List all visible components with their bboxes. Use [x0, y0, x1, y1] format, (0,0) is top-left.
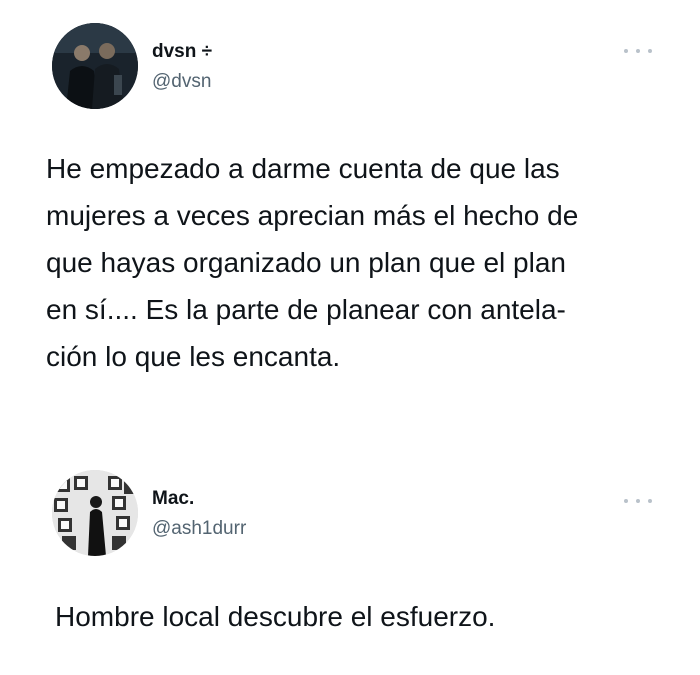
tweet-text-line: mujeres a veces aprecian más el hecho de [46, 200, 579, 231]
tweet-card: Mac. @ash1durr Hombre local descubre el … [0, 455, 700, 675]
display-name[interactable]: Mac. [152, 488, 194, 510]
tweet-text-line: ción lo que les encanta. [46, 341, 341, 372]
user-handle[interactable]: @dvsn [152, 71, 211, 93]
avatar-two-men-photo-icon [52, 23, 138, 109]
avatar[interactable] [52, 23, 138, 109]
display-name-text: dvsn [152, 41, 197, 62]
tweet-text-line: en sí.... Es la parte de planear con ant… [46, 294, 566, 325]
tweet-text: He empezado a darme cuenta de que las mu… [46, 145, 676, 380]
display-name[interactable]: dvsn ÷ [152, 41, 212, 63]
tweet-text: Hombre local descubre el esfuerzo. [55, 601, 496, 632]
user-handle[interactable]: @ash1durr [152, 518, 246, 540]
more-options-icon[interactable] [624, 46, 652, 56]
avatar[interactable] [52, 470, 138, 556]
avatar-gallery-wall-photo-icon [52, 470, 138, 556]
tweet-text-line: He empezado a darme cuenta de que las [46, 153, 560, 184]
tweet-card: dvsn ÷ @dvsn He empezado a darme cuenta … [0, 0, 700, 390]
name-suffix: ÷ [201, 41, 213, 62]
more-options-icon[interactable] [624, 496, 652, 506]
tweet-text-line: que hayas organizado un plan que el plan [46, 247, 566, 278]
